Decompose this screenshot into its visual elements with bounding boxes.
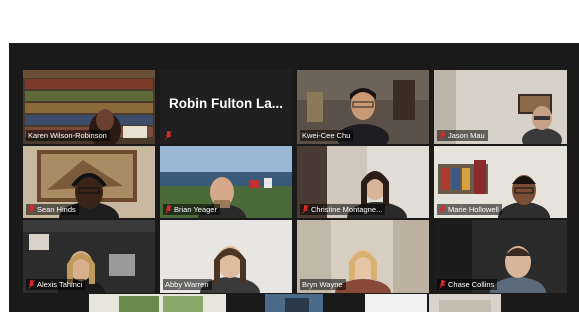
participant-name: Kwei-Cee Chu (302, 131, 351, 140)
participant-tile[interactable]: Chase Collins (434, 220, 567, 293)
participant-video (265, 294, 323, 312)
participant-name-display: Robin Fulton La... (169, 96, 283, 111)
participant-name-tag: Kwei-Cee Chu (300, 130, 354, 141)
mic-muted-icon (439, 131, 446, 140)
mic-muted-icon (302, 205, 309, 214)
participant-tile[interactable]: Sean Hinds (23, 146, 155, 218)
mic-muted-icon (439, 205, 446, 214)
participant-video (365, 294, 427, 312)
participant-tile[interactable]: Jason Mau (434, 70, 567, 144)
participant-name: Chase Collins (448, 280, 495, 289)
mic-muted-icon (28, 280, 35, 289)
mic-muted-icon (165, 131, 172, 140)
participant-name-tag: Jason Mau (437, 130, 488, 141)
zoom-gallery-window: Karen Wilson-Robinson Robin Fulton La...… (9, 43, 579, 312)
participant-tile-active-speaker[interactable] (89, 294, 226, 312)
participant-tile[interactable] (429, 294, 501, 312)
participant-name: Christine Montagne... (311, 205, 383, 214)
participant-name-tag: Alexis Tahinci (26, 279, 86, 290)
participant-tile[interactable]: Abby Warren (160, 220, 292, 293)
participant-name: Abby Warren (165, 280, 209, 289)
participant-tile[interactable]: Kwei-Cee Chu (297, 70, 429, 144)
mic-muted-icon (28, 205, 35, 214)
participant-name: Marie Hollowell (448, 205, 499, 214)
participant-tile[interactable]: Marie Hollowell (434, 146, 567, 218)
participant-name-tag: Marie Hollowell (437, 204, 502, 215)
participant-tile[interactable]: Christine Montagne... (297, 146, 429, 218)
participant-tile[interactable]: Alexis Tahinci (23, 220, 155, 293)
participant-tile[interactable]: Bryn Wayne (297, 220, 429, 293)
participant-name: Jason Mau (448, 131, 485, 140)
participant-video (429, 294, 501, 312)
participant-tile[interactable]: Robin Fulton La... (160, 70, 292, 144)
participant-name: Alexis Tahinci (37, 280, 83, 289)
participant-name: Bryn Wayne (302, 280, 343, 289)
participant-name-tag (163, 130, 175, 141)
participant-tile[interactable]: Karen Wilson-Robinson (23, 70, 155, 144)
participant-name-tag: Chase Collins (437, 279, 498, 290)
participant-name-tag: Abby Warren (163, 279, 212, 290)
participant-name: Sean Hinds (37, 205, 76, 214)
mic-muted-icon (439, 280, 446, 289)
participant-tile[interactable] (365, 294, 427, 312)
participant-name-tag: Karen Wilson-Robinson (26, 130, 110, 141)
participant-name-tag: Christine Montagne... (300, 204, 386, 215)
participant-name-tag: Bryn Wayne (300, 279, 346, 290)
participant-name: Brian Yeager (174, 205, 217, 214)
participant-tile[interactable]: Brian Yeager (160, 146, 292, 218)
participant-video (89, 294, 226, 312)
participant-name: Karen Wilson-Robinson (28, 131, 107, 140)
mic-muted-icon (165, 205, 172, 214)
participant-tile[interactable] (265, 294, 323, 312)
participant-name-tag: Brian Yeager (163, 204, 220, 215)
participant-name-tag: Sean Hinds (26, 204, 79, 215)
